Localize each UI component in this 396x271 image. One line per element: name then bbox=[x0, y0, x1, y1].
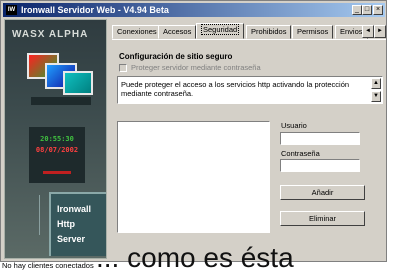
app-window: IW Ironwall Servidor Web - V4.94 Beta _ … bbox=[0, 0, 387, 262]
user-list[interactable] bbox=[117, 121, 270, 233]
tab-scroll: ◄ ► bbox=[362, 25, 386, 38]
user-input[interactable] bbox=[280, 132, 360, 145]
status-light bbox=[43, 171, 71, 174]
minimize-button[interactable]: _ bbox=[352, 5, 362, 15]
clock-date: 08/07/2002 bbox=[35, 146, 79, 154]
server-line-3: Server bbox=[57, 234, 86, 244]
tab-label: Accesos bbox=[163, 27, 192, 36]
description-scrollbar[interactable]: ▲ ▼ bbox=[371, 78, 381, 102]
maximize-button[interactable]: □ bbox=[362, 5, 372, 15]
tab-seguridad[interactable]: Seguridad bbox=[196, 23, 245, 39]
tab-label: Conexiones bbox=[117, 27, 157, 36]
caption-overlay: ... como es ésta bbox=[96, 242, 294, 271]
add-button[interactable]: Añadir bbox=[280, 185, 365, 200]
title-bar[interactable]: IW Ironwall Servidor Web - V4.94 Beta _ … bbox=[3, 3, 385, 17]
clock-display: 20:55:30 08/07/2002 bbox=[29, 127, 85, 183]
sidebar-panel: WASX ALPHA 20:55:30 08/07/2002 Ironwall … bbox=[4, 19, 107, 259]
protect-checkbox-label: Proteger servidor mediante contraseña bbox=[131, 63, 261, 72]
divider-line bbox=[39, 195, 40, 235]
tab-label: Prohibidos bbox=[251, 27, 287, 36]
tab-strip: Conexiones Accesos Seguridad Prohibidos … bbox=[112, 23, 386, 39]
password-input[interactable] bbox=[280, 159, 360, 172]
close-button[interactable]: × bbox=[373, 5, 383, 15]
security-panel: Configuración de sitio seguro Proteger s… bbox=[112, 39, 386, 257]
tab-permisos[interactable]: Permisos bbox=[292, 25, 334, 39]
description-box: Puede proteger el acceso a los servicios… bbox=[117, 76, 383, 104]
monitors-logo bbox=[27, 53, 95, 111]
password-label: Contraseña bbox=[281, 149, 320, 158]
tab-prohibidos[interactable]: Prohibidos bbox=[246, 25, 292, 39]
tab-scroll-right-icon[interactable]: ► bbox=[374, 25, 386, 38]
clock-time: 20:55:30 bbox=[40, 135, 74, 143]
server-line-1: Ironwall bbox=[57, 204, 92, 214]
tab-label: Envios bbox=[340, 27, 363, 36]
scroll-down-icon[interactable]: ▼ bbox=[371, 91, 381, 102]
monitor-base bbox=[31, 97, 91, 105]
tab-scroll-left-icon[interactable]: ◄ bbox=[362, 25, 374, 38]
delete-button[interactable]: Eliminar bbox=[280, 211, 365, 226]
window-title: Ironwall Servidor Web - V4.94 Beta bbox=[21, 5, 169, 15]
server-line-2: Http bbox=[57, 219, 75, 229]
tab-label: Permisos bbox=[297, 27, 329, 36]
tab-accesos[interactable]: Accesos bbox=[158, 25, 197, 39]
description-text: Puede proteger el acceso a los servicios… bbox=[121, 80, 350, 98]
tab-label: Seguridad bbox=[201, 24, 240, 35]
brand-label: WASX ALPHA bbox=[12, 29, 89, 40]
scroll-up-icon[interactable]: ▲ bbox=[371, 78, 381, 89]
section-title: Configuración de sitio seguro bbox=[119, 52, 233, 61]
monitor-screen-teal bbox=[63, 71, 93, 95]
tab-conexiones[interactable]: Conexiones bbox=[112, 25, 162, 39]
protect-checkbox[interactable] bbox=[119, 64, 127, 72]
app-icon: IW bbox=[6, 5, 17, 15]
user-label: Usuario bbox=[281, 121, 307, 130]
